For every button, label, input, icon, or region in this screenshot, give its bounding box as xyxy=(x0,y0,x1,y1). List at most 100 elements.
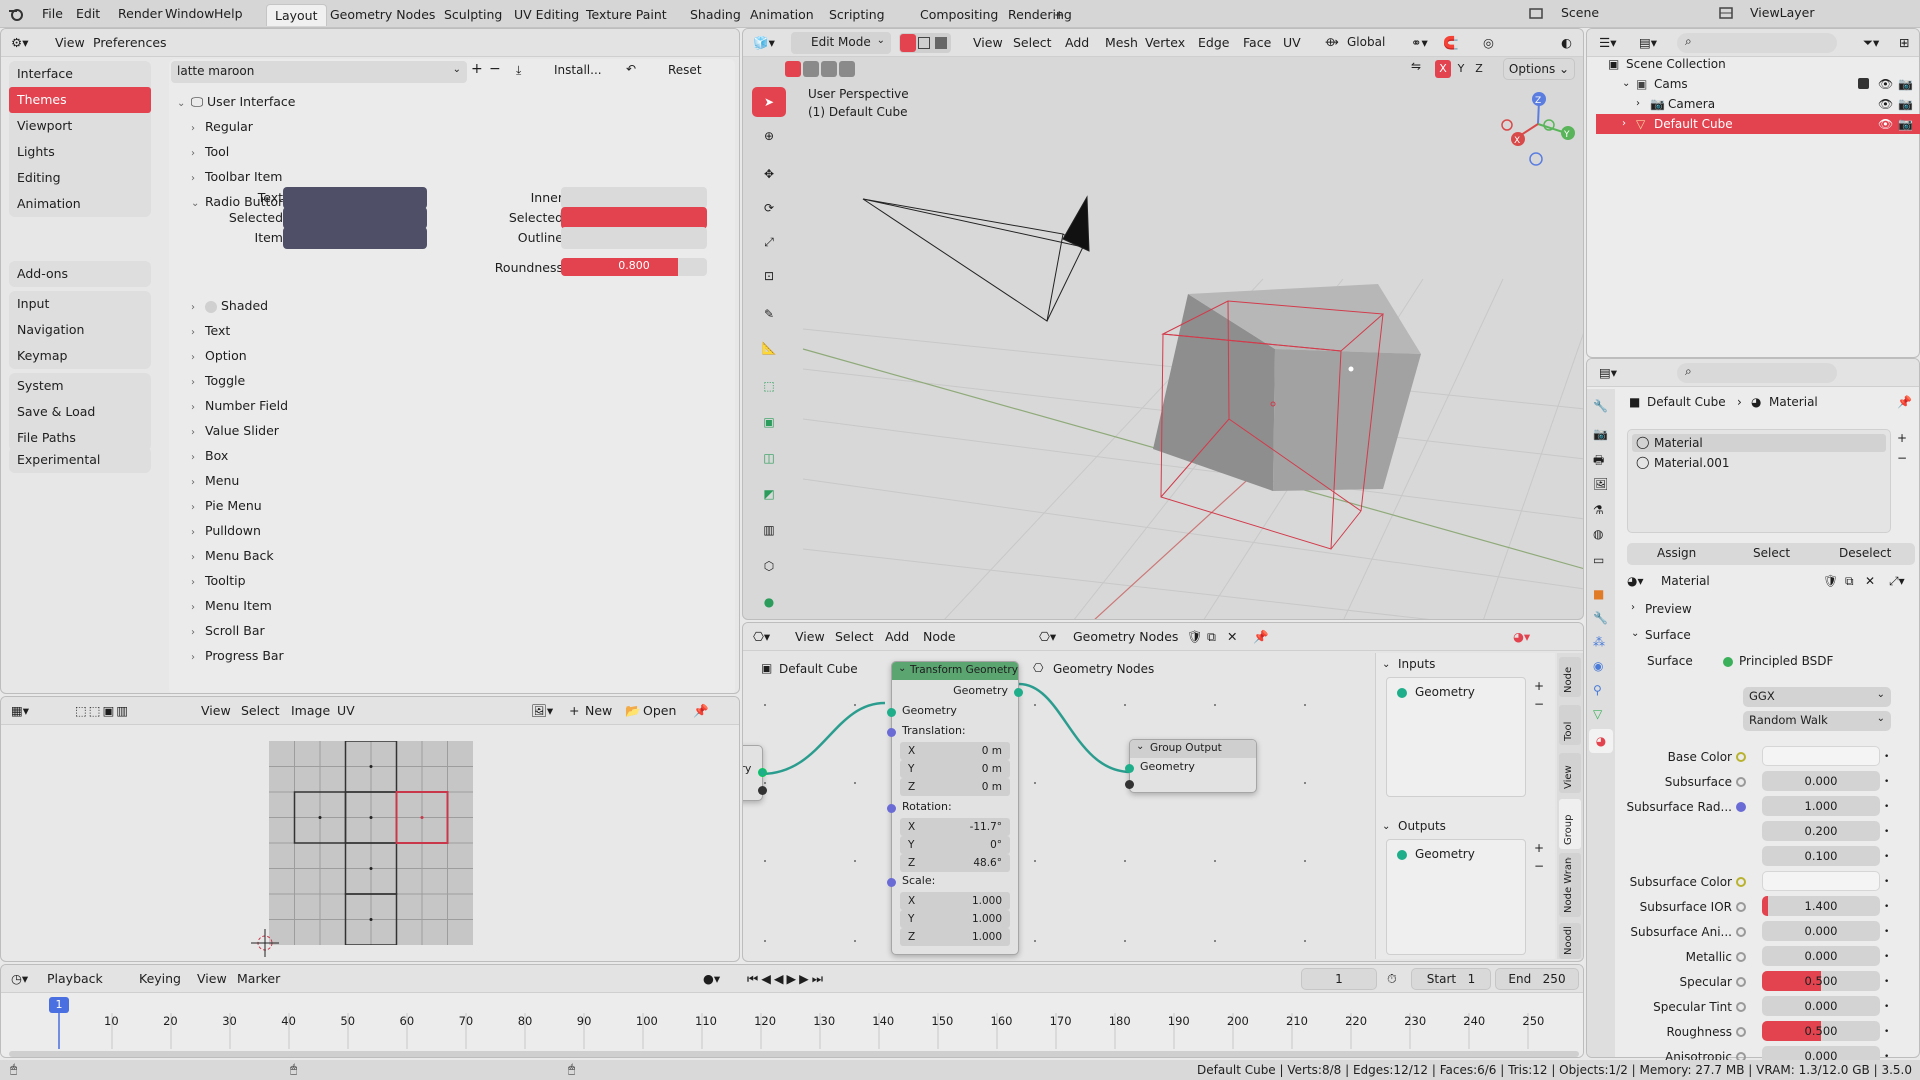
prefs-title-menu[interactable]: Preferences xyxy=(93,29,167,57)
scale-tool-icon[interactable]: ⤢ xyxy=(752,227,786,257)
select-button[interactable]: Select xyxy=(1753,546,1790,560)
start-frame-field[interactable]: Start 1 xyxy=(1411,968,1491,990)
scene-name[interactable]: Scene xyxy=(1561,5,1599,20)
fake-user-icon[interactable]: 🛡 xyxy=(1187,623,1203,651)
translation-y-field[interactable]: Y 0 m xyxy=(900,760,1010,778)
loop-cut-tool-icon[interactable]: ▥ xyxy=(752,515,786,545)
theme-item-toggle[interactable]: › Toggle xyxy=(191,370,245,392)
outliner-search-input[interactable]: ⌕ xyxy=(1677,33,1837,53)
node-menu-node[interactable]: Node xyxy=(923,623,956,651)
keyframe-dot-icon[interactable]: • xyxy=(1884,1021,1889,1043)
output-socket-row[interactable]: Geometry xyxy=(1391,846,1521,864)
theme-item-text[interactable]: › Text xyxy=(191,320,230,342)
empty-input-socket[interactable] xyxy=(1125,780,1134,789)
radio-outline-color[interactable] xyxy=(561,227,707,249)
add-workspace-button[interactable]: + xyxy=(1046,4,1072,26)
keyframe-dot-icon[interactable]: • xyxy=(1884,946,1889,968)
rotation-z-field[interactable]: Z 48.6° xyxy=(900,854,1010,872)
deselect-button[interactable]: Deselect xyxy=(1839,546,1891,560)
display-mode-icon[interactable]: ▤▾ xyxy=(1639,29,1657,57)
inset-tool-icon[interactable]: ◫ xyxy=(752,443,786,473)
sidebar-tab-group[interactable]: Group xyxy=(1559,799,1581,849)
expand-chevron-icon[interactable]: › xyxy=(1636,94,1640,114)
theme-item-pie-menu[interactable]: › Pie Menu xyxy=(191,495,262,517)
sidebar-tab-tool[interactable]: Tool xyxy=(1559,705,1581,745)
keyframe-dot-icon[interactable]: • xyxy=(1884,896,1889,918)
fake-user-icon[interactable]: 🛡 xyxy=(1823,574,1838,588)
close-icon[interactable]: ✕ xyxy=(1865,574,1875,588)
prefs-nav-input[interactable]: Input xyxy=(9,291,151,317)
rotation-x-field[interactable]: X -11.7° xyxy=(900,818,1010,836)
menu-file[interactable]: File xyxy=(34,0,71,28)
auto-keying-icon[interactable]: ●▾ xyxy=(703,965,720,993)
physics-tab-icon[interactable]: ◉ xyxy=(1593,659,1603,673)
theme-item-box[interactable]: › Box xyxy=(191,445,228,467)
theme-item-pulldown[interactable]: › Pulldown xyxy=(191,520,261,542)
theme-item-menu-item[interactable]: › Menu Item xyxy=(191,595,272,617)
image-browse-icon[interactable]: 🖼▾ xyxy=(531,697,553,725)
workspace-tab-compositing[interactable]: Compositing xyxy=(912,4,1006,26)
outliner-row-camera[interactable]: › 📷 Camera 👁 📷 xyxy=(1596,94,1920,114)
node-tree-name[interactable]: Geometry Nodes xyxy=(1073,623,1178,651)
editor-type-uv-icon[interactable]: ▦▾ xyxy=(11,697,29,725)
add-slot-icon[interactable]: + xyxy=(1897,431,1907,445)
transform-geometry-node[interactable]: ⌄ Transform Geometry Geometry Geometry T… xyxy=(887,661,1023,955)
constraints-tab-icon[interactable]: ⚲ xyxy=(1593,683,1602,697)
property-field[interactable]: 0.000 xyxy=(1762,771,1880,791)
keyframe-dot-icon[interactable]: • xyxy=(1884,871,1889,893)
section-user-interface[interactable]: ⌄ 🖵 User Interface xyxy=(177,91,295,113)
rotate-tool-icon[interactable]: ⟳ xyxy=(752,193,786,223)
uv-select-mode-icons[interactable]: ⬚⬚▣▥ xyxy=(75,697,145,725)
extrude-tool-icon[interactable]: ▣ xyxy=(752,407,786,437)
editor-type-outliner-icon[interactable]: ☰▾ xyxy=(1599,29,1616,57)
prefs-nav-save-load[interactable]: Save & Load xyxy=(9,399,151,425)
radio-selected-color[interactable] xyxy=(561,207,707,229)
modifiers-tab-icon[interactable]: 🔧 xyxy=(1593,611,1608,625)
outliner-row-default-cube[interactable]: › ▽ Default Cube 👁 📷 xyxy=(1596,114,1920,134)
radio-inner-color[interactable] xyxy=(561,187,707,209)
node-header[interactable]: ⌄ Group Output xyxy=(1130,740,1256,758)
pin-icon[interactable]: 📌 xyxy=(1253,623,1269,651)
node-editor[interactable]: ⎔▾ ⎔▾ Geometry Nodes 🛡 ⧉ ✕ 📌 ◕▾ View Sele… xyxy=(742,622,1584,962)
timeline-scrollbar[interactable] xyxy=(9,1051,1579,1057)
node-menu-view[interactable]: View xyxy=(795,623,825,651)
render-camera-icon[interactable]: 📷 xyxy=(1898,74,1913,94)
radio-text-color[interactable] xyxy=(283,187,427,209)
node-menu-select[interactable]: Select xyxy=(835,623,874,651)
radio-selected-color[interactable] xyxy=(283,207,427,229)
collection-tab-icon[interactable]: ▭ xyxy=(1593,553,1604,567)
subsurface-method-dropdown[interactable]: Random Walk ⌄ xyxy=(1743,711,1891,731)
translation-x-field[interactable]: X 0 m xyxy=(900,742,1010,760)
blender-logo-icon[interactable] xyxy=(8,6,24,22)
property-field[interactable]: 0.100 xyxy=(1762,846,1880,866)
menu-help[interactable]: Help xyxy=(206,0,251,28)
keyframe-dot-icon[interactable]: • xyxy=(1884,971,1889,993)
open-image-button[interactable]: Open xyxy=(643,697,676,725)
remove-slot-icon[interactable]: − xyxy=(1897,451,1907,465)
property-field[interactable] xyxy=(1762,746,1880,766)
add-output-icon[interactable]: + xyxy=(1534,841,1544,855)
input-socket-icon[interactable] xyxy=(1736,802,1746,812)
add-preset-icon[interactable]: + xyxy=(471,61,483,77)
prefs-nav-system[interactable]: System xyxy=(9,373,151,399)
reset-button[interactable]: Reset xyxy=(668,63,702,77)
sidebar-tab-noodl[interactable]: Noodl xyxy=(1559,923,1581,959)
timeline-menu-marker[interactable]: Marker xyxy=(237,965,280,993)
input-socket-icon[interactable] xyxy=(1736,1002,1746,1012)
prefs-nav-lights[interactable]: Lights xyxy=(9,139,151,165)
workspace-tab-uv-editing[interactable]: UV Editing xyxy=(506,4,587,26)
move-tool-icon[interactable]: ✥ xyxy=(752,159,786,189)
property-field[interactable]: 1.000 xyxy=(1762,796,1880,816)
sidebar-tab-node[interactable]: Node xyxy=(1559,657,1581,697)
install-button[interactable]: Install... xyxy=(554,63,602,77)
timeline[interactable]: ◷▾ ●▾ ⏮◀◀▶▶⏭ 1 ⏱ Start 1 End 250 Playbac… xyxy=(0,964,1584,1058)
theme-item-tool[interactable]: › Tool xyxy=(191,141,229,163)
overlay-icon[interactable]: ◕▾ xyxy=(1513,623,1530,651)
workspace-tab-animation[interactable]: Animation xyxy=(742,4,822,26)
include-checkbox-icon[interactable] xyxy=(1858,78,1869,89)
material-slot-row[interactable]: ◯ Material xyxy=(1632,434,1886,452)
theme-item-menu-back[interactable]: › Menu Back xyxy=(191,545,274,567)
cursor-tool-icon[interactable]: ⊕ xyxy=(752,121,786,151)
node-header[interactable]: ⌄ Transform Geometry xyxy=(892,662,1018,680)
uv-menu-uv[interactable]: UV xyxy=(337,697,355,725)
